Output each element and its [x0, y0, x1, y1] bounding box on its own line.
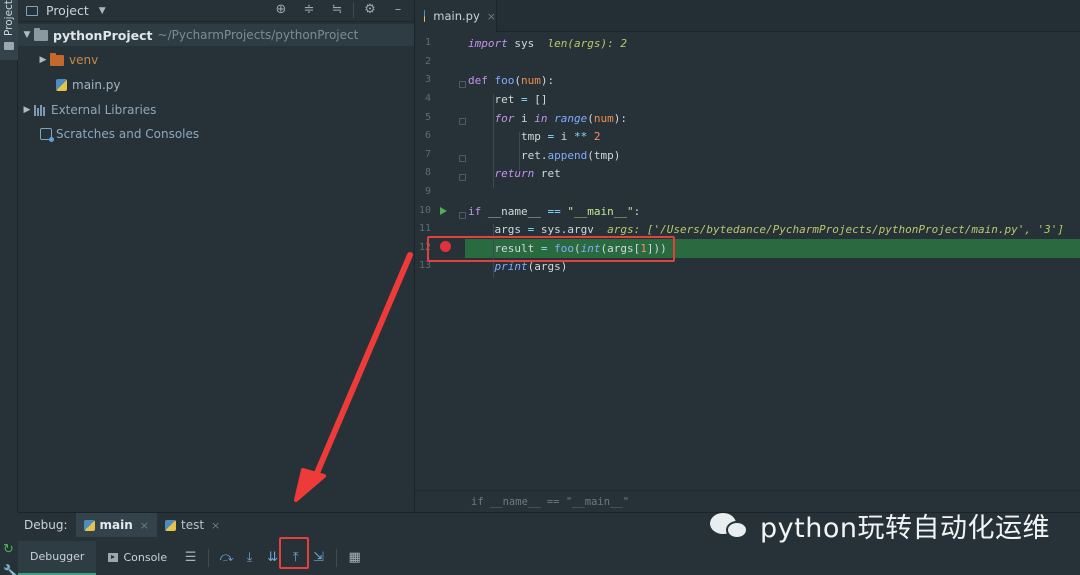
tab-label: main.py — [433, 9, 480, 23]
project-panel: Project ▼ ⊕ ≑ ≒ ⚙ – ▼ pythonProject ~/Py… — [18, 0, 414, 512]
menu-icon[interactable]: ☰ — [179, 546, 202, 569]
close-icon[interactable]: × — [140, 519, 149, 532]
wechat-logo-icon — [708, 507, 752, 543]
toolbar-divider — [353, 2, 354, 18]
tab-console[interactable]: Console — [96, 541, 179, 575]
collapse-all-icon[interactable]: ≒ — [329, 2, 345, 18]
chevron-down-icon[interactable]: ▼ — [99, 6, 106, 16]
project-toolbar: ⊕ ≑ ≒ ⚙ – — [273, 2, 406, 18]
folder-icon — [34, 27, 48, 41]
annotation-highlight-box — [427, 236, 675, 262]
tree-item-scratches[interactable]: Scratches and Consoles — [18, 123, 199, 145]
code-line-5: for i in range(num): — [494, 112, 628, 125]
tree-item-venv[interactable]: ▶ venv — [18, 49, 98, 71]
left-tool-strip: Project — [0, 0, 18, 512]
libraries-icon — [34, 104, 48, 116]
step-over-icon[interactable]: ⤼ — [215, 546, 238, 569]
code-line-7: ret.append(tmp) — [468, 149, 621, 162]
close-icon[interactable]: × — [487, 10, 496, 23]
inline-value-hint: len(args): 2 — [547, 37, 627, 50]
scratches-icon — [40, 128, 54, 142]
project-root-path: ~/PycharmProjects/pythonProject — [157, 28, 359, 42]
tree-item-project-root[interactable]: ▼ pythonProject ~/PycharmProjects/python… — [18, 24, 414, 46]
tree-item-label: main.py — [72, 78, 121, 92]
hide-panel-icon[interactable]: – — [390, 2, 406, 18]
toolbar-divider — [208, 548, 210, 567]
folder-icon — [4, 42, 14, 50]
project-tool-tab[interactable]: Project — [0, 0, 18, 60]
project-root-name: pythonProject — [53, 27, 153, 43]
debug-tab-test[interactable]: test × — [157, 513, 228, 537]
code-line-6: tmp = i ** 2 — [468, 130, 601, 143]
step-into-icon[interactable]: ⤓ — [238, 546, 261, 569]
code-line-10: if __name__ == "__main__": — [468, 205, 641, 218]
wrench-icon[interactable]: 🔧 — [3, 564, 18, 575]
code-line-1: import sys len(args): 2 — [468, 37, 627, 50]
folder-icon — [50, 52, 64, 66]
debug-tab-label: main — [99, 518, 133, 532]
locate-file-icon[interactable]: ⊕ — [273, 2, 289, 18]
python-file-icon — [83, 519, 95, 531]
project-header: Project ▼ ⊕ ≑ ≒ ⚙ – — [18, 0, 414, 22]
rerun-icon[interactable]: ↻ — [3, 542, 14, 557]
python-file-icon — [56, 79, 67, 91]
tree-item-main-py[interactable]: main.py — [18, 74, 121, 96]
code-line-3: def foo(num): — [468, 74, 555, 87]
tree-item-label: External Libraries — [51, 103, 157, 117]
debug-label: Debug: — [24, 518, 68, 532]
inline-value-hint: args: ['/Users/bytedance/PycharmProjects… — [607, 223, 1065, 236]
tree-item-label: venv — [69, 53, 99, 67]
code-line-4: ret = [] — [468, 93, 548, 106]
watermark-text: python玩转自动化运维 — [760, 512, 1050, 544]
console-icon — [108, 553, 119, 562]
run-to-cursor-icon[interactable]: ⇲ — [307, 546, 330, 569]
project-tool-label: Project — [3, 0, 15, 36]
python-file-icon — [165, 519, 176, 531]
code-line-8: return ret — [494, 167, 561, 180]
tree-item-label: Scratches and Consoles — [56, 127, 200, 141]
chevron-down-icon[interactable]: ▼ — [20, 30, 34, 40]
tab-console-label: Console — [123, 551, 168, 564]
tab-debugger[interactable]: Debugger — [18, 540, 97, 575]
tab-debugger-label: Debugger — [30, 550, 85, 563]
expand-all-icon[interactable]: ≑ — [301, 2, 317, 18]
debug-tab-label: test — [181, 518, 205, 532]
watermark: python玩转自动化运维 — [708, 500, 1050, 550]
chevron-right-icon[interactable]: ▶ — [36, 55, 50, 65]
tree-item-external-libraries[interactable]: ▶ External Libraries — [18, 99, 157, 121]
annotation-highlight-box — [279, 537, 309, 569]
toolbar-divider — [336, 548, 338, 567]
debug-tab-main[interactable]: main × — [75, 513, 157, 537]
chevron-right-icon[interactable]: ▶ — [20, 105, 34, 115]
debug-side-toolbar: ↻ 🔧 — [0, 512, 18, 575]
project-view-selector[interactable]: Project — [46, 3, 89, 18]
editor-tab-bar: main.py × — [415, 0, 1080, 32]
python-file-icon — [424, 10, 426, 22]
evaluate-expression-icon[interactable]: ▦ — [343, 546, 366, 569]
close-icon[interactable]: × — [211, 519, 220, 532]
tab-main-py[interactable]: main.py × — [415, 0, 497, 32]
gear-icon[interactable]: ⚙ — [362, 2, 378, 18]
project-window-icon — [26, 5, 38, 16]
